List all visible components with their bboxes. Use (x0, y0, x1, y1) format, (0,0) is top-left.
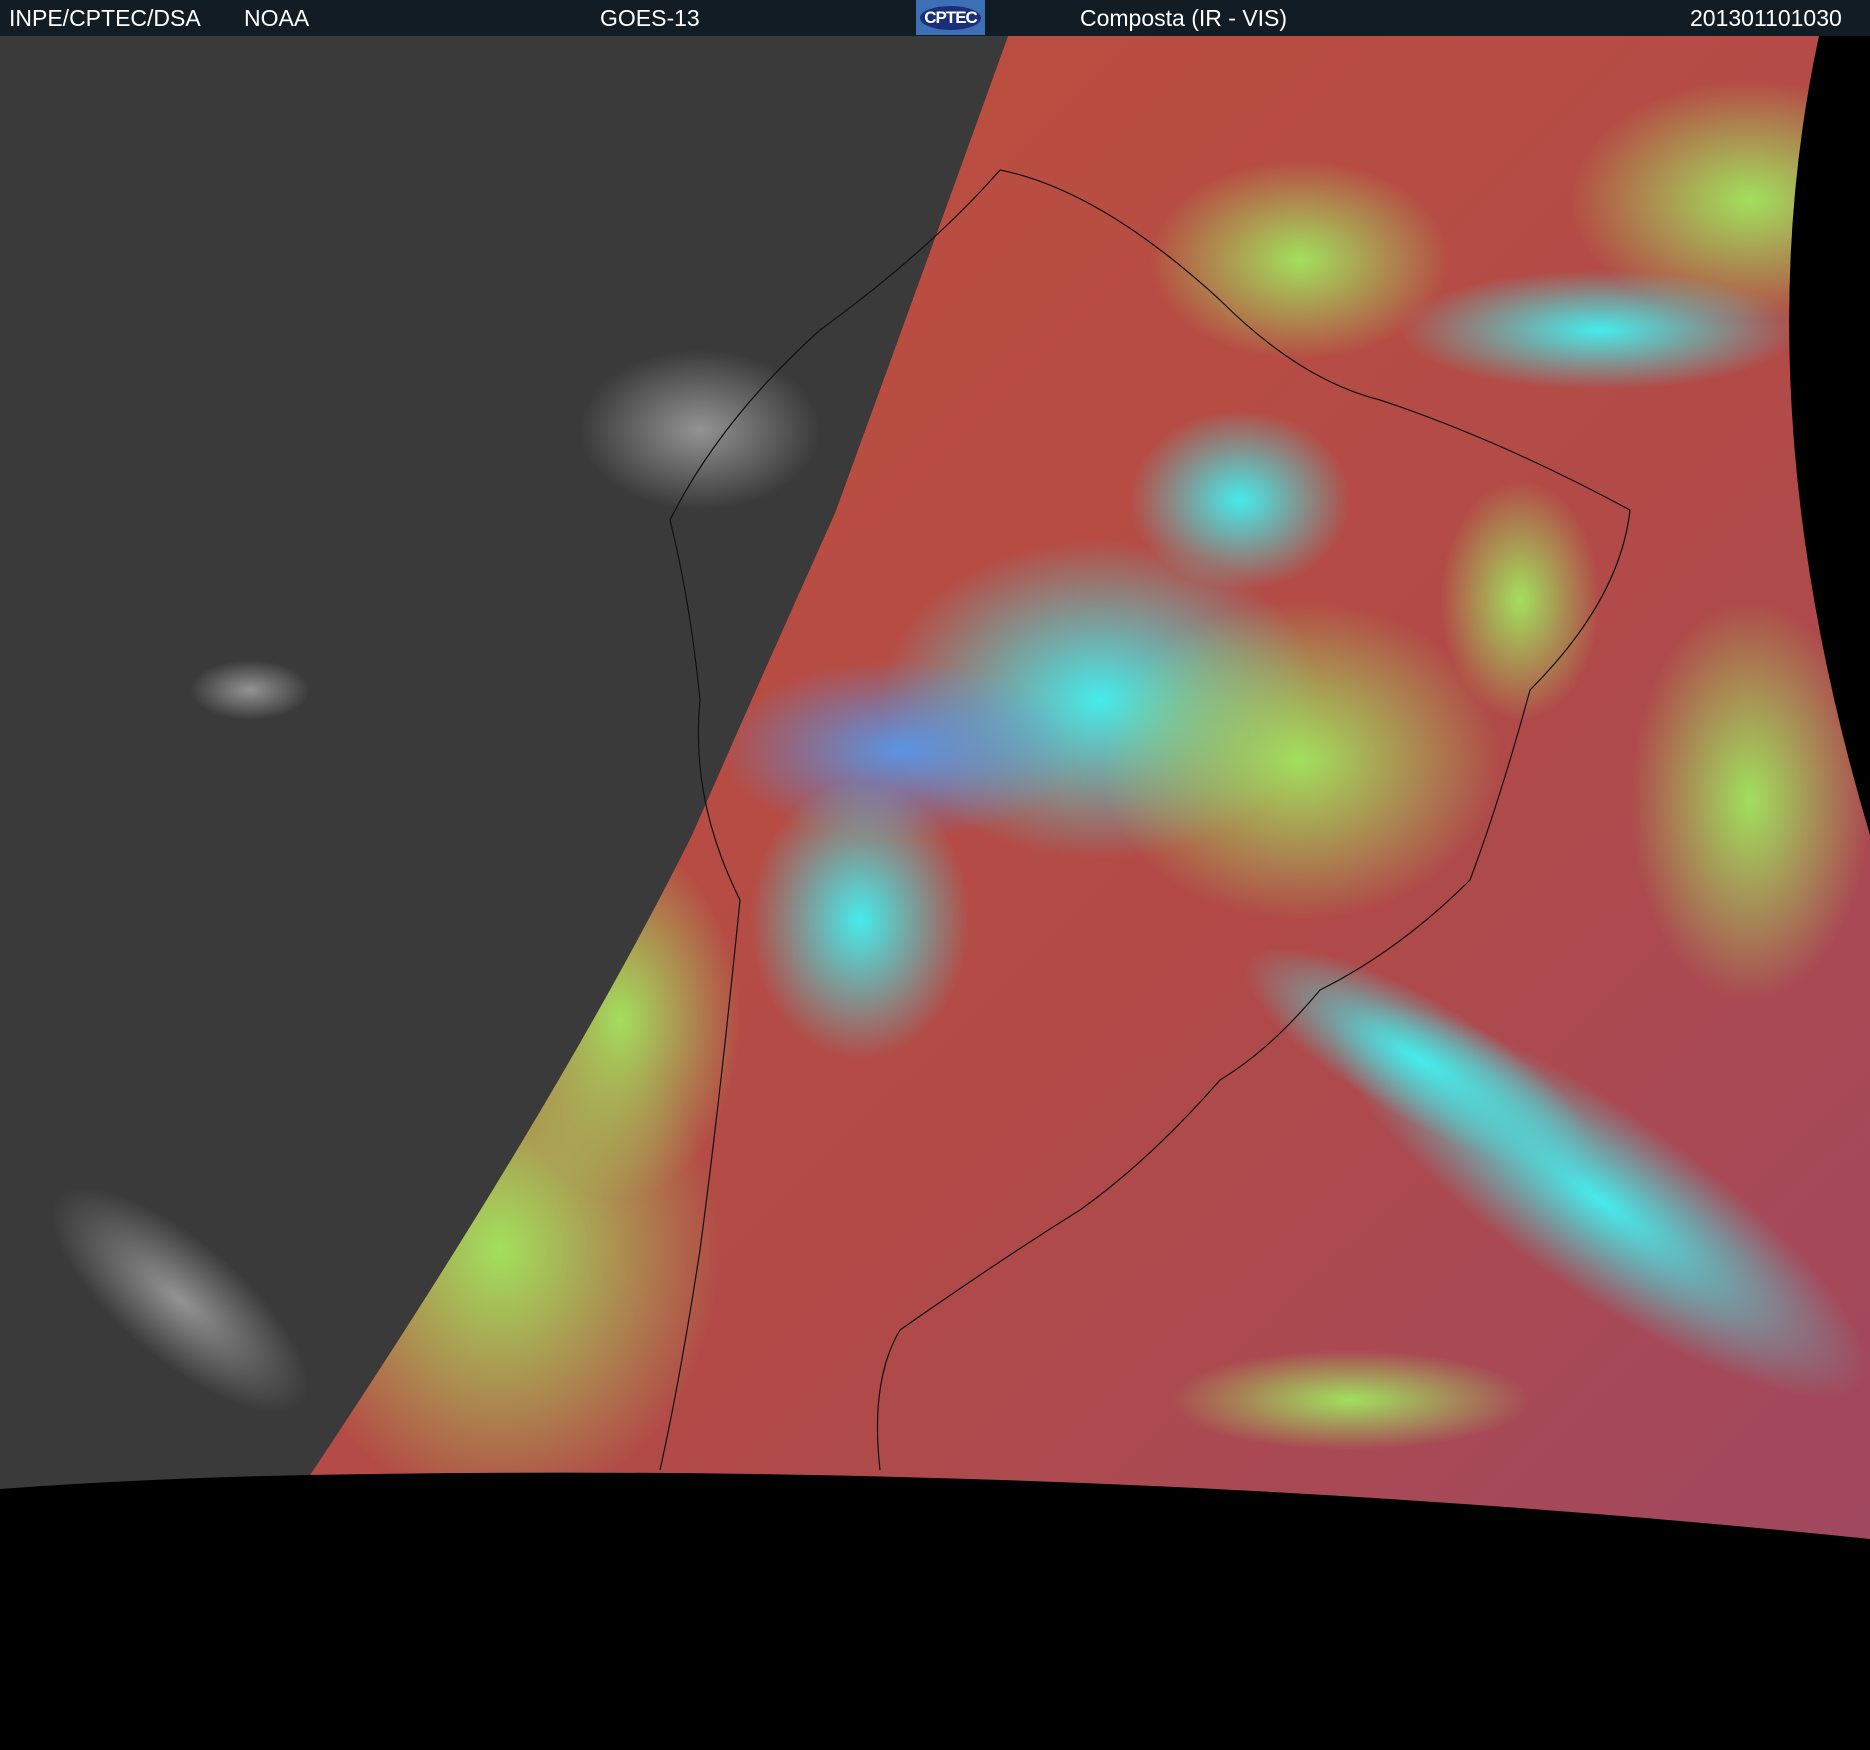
agency-label: NOAA (244, 5, 310, 31)
source-label: INPE/CPTEC/DSA (9, 5, 201, 31)
cptec-logo: CPTEC (916, 0, 985, 35)
logo-text: CPTEC (924, 7, 978, 27)
timestamp-label: 201301101030 (1690, 5, 1842, 31)
header-bar: INPE/CPTEC/DSA NOAA GOES-13 CPTEC Compos… (0, 0, 1870, 36)
product-label: Composta (IR - VIS) (1080, 5, 1288, 31)
satellite-label: GOES-13 (600, 5, 700, 31)
satellite-image (0, 36, 1870, 1750)
